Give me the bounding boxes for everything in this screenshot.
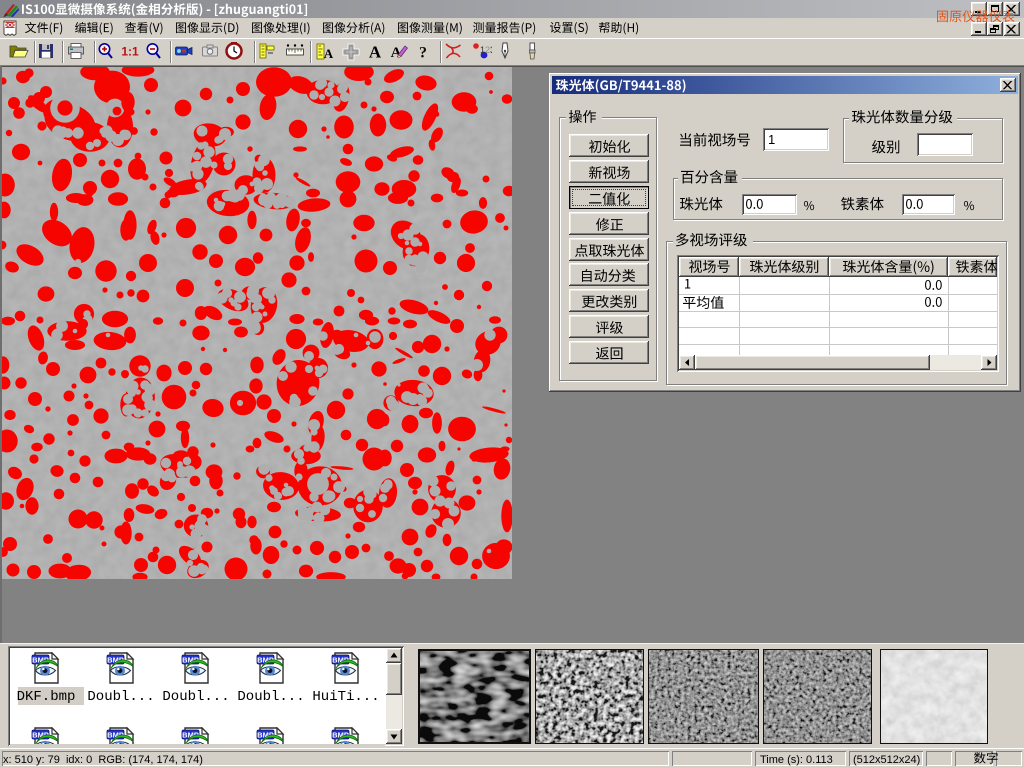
svg-text:?: ? bbox=[419, 45, 427, 62]
svg-text:1:1: 1:1 bbox=[121, 45, 139, 59]
svg-text:DOC: DOC bbox=[4, 23, 16, 29]
svg-text:123: 123 bbox=[480, 45, 492, 55]
svg-text:A: A bbox=[369, 43, 382, 62]
svg-text:A: A bbox=[324, 46, 334, 61]
